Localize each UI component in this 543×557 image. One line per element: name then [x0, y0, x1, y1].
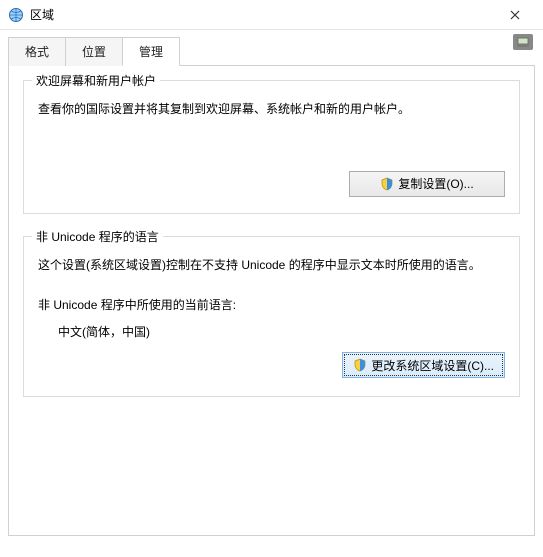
button-label: 更改系统区域设置(C)...: [371, 357, 494, 374]
shield-icon: [380, 177, 394, 191]
tab-label: 管理: [139, 45, 163, 59]
tab-location[interactable]: 位置: [65, 37, 123, 66]
button-label: 复制设置(O)...: [398, 175, 473, 192]
current-language-label: 非 Unicode 程序中所使用的当前语言:: [38, 296, 505, 313]
content-area: 格式 位置 管理 欢迎屏幕和新用户帐户 查看你的国际设置并将其复制到欢迎屏幕、系…: [0, 30, 543, 544]
tab-admin[interactable]: 管理: [122, 37, 180, 66]
group-title: 欢迎屏幕和新用户帐户: [32, 72, 160, 89]
close-button[interactable]: [495, 1, 535, 29]
globe-icon: [8, 7, 24, 23]
copy-settings-button[interactable]: 复制设置(O)...: [349, 171, 505, 197]
change-locale-button[interactable]: 更改系统区域设置(C)...: [342, 352, 505, 378]
group-nonunicode: 非 Unicode 程序的语言 这个设置(系统区域设置)控制在不支持 Unico…: [23, 236, 520, 398]
titlebar: 区域: [0, 0, 543, 30]
group-desc: 查看你的国际设置并将其复制到欢迎屏幕、系统帐户和新的用户帐户。: [38, 99, 505, 121]
tab-format[interactable]: 格式: [8, 37, 66, 66]
window-title: 区域: [30, 6, 54, 23]
close-icon: [510, 10, 520, 20]
group-desc: 这个设置(系统区域设置)控制在不支持 Unicode 的程序中显示文本时所使用的…: [38, 255, 505, 277]
group-welcome: 欢迎屏幕和新用户帐户 查看你的国际设置并将其复制到欢迎屏幕、系统帐户和新的用户帐…: [23, 80, 520, 214]
tab-label: 位置: [82, 45, 106, 59]
shield-icon: [353, 358, 367, 372]
tab-strip: 格式 位置 管理: [8, 36, 535, 66]
tab-label: 格式: [25, 45, 49, 59]
current-language-value: 中文(简体，中国): [58, 323, 505, 340]
tab-panel: 欢迎屏幕和新用户帐户 查看你的国际设置并将其复制到欢迎屏幕、系统帐户和新的用户帐…: [8, 66, 535, 536]
group-title: 非 Unicode 程序的语言: [32, 228, 163, 245]
